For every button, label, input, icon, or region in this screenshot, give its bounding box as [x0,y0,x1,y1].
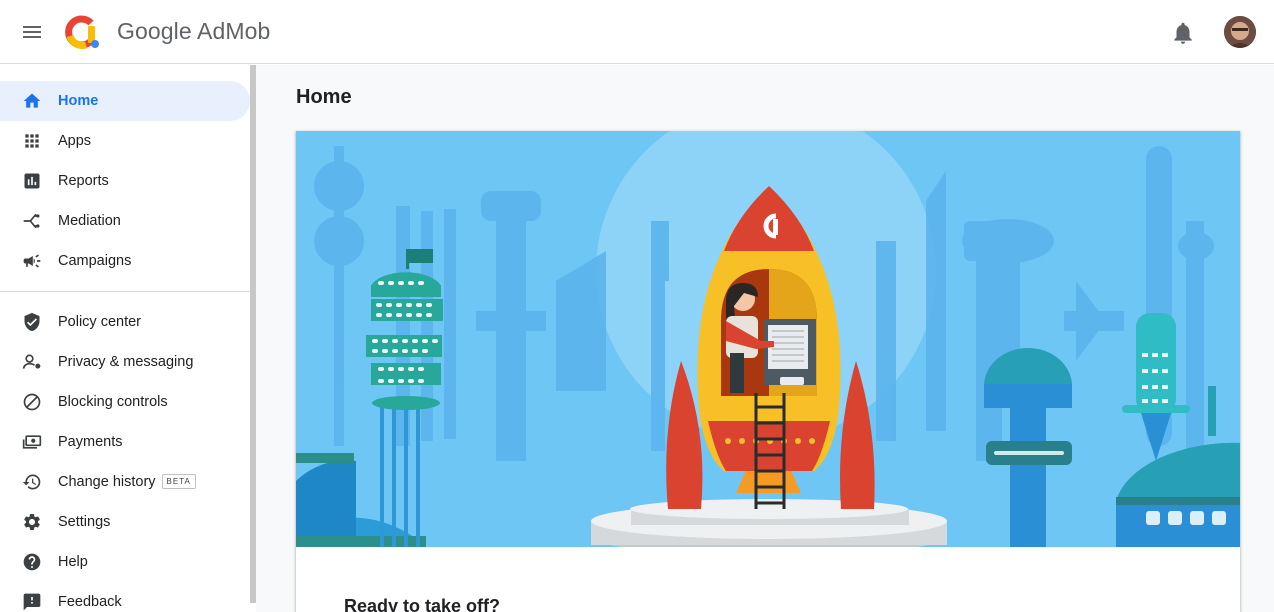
sidebar-item-label: Blocking controls [58,394,168,410]
sidebar-item-payments[interactable]: Payments [0,422,250,462]
person-settings-icon [22,354,41,369]
sidebar-item-change-history[interactable]: Change history BETA [0,462,250,502]
megaphone-icon [23,254,41,268]
change-history-label: Change history [58,474,156,490]
sidebar-item-label: Change history BETA [58,474,196,490]
sidebar-item-apps[interactable]: Apps [0,121,250,161]
sidebar-item-label: Payments [58,434,123,450]
help-icon [23,553,41,571]
sidebar-item-help[interactable]: Help [0,542,250,582]
card-heading: Ready to take off? [344,596,501,612]
sidebar-item-reports[interactable]: Reports [0,161,250,201]
sidebar-item-blocking-controls[interactable]: Blocking controls [0,382,250,422]
apps-grid-icon [25,134,39,148]
bar-chart-icon [24,173,40,189]
feedback-icon [23,593,41,611]
sidebar-item-label: Settings [58,514,111,530]
sidebar-item-label: Reports [58,173,109,189]
sidebar-item-label: Privacy & messaging [58,354,194,370]
sidebar-item-label: Campaigns [58,253,132,269]
sidebar-item-label: Policy center [58,314,142,330]
sidebar-item-label: Home [58,93,99,109]
history-icon [22,474,41,490]
notifications-bell-icon[interactable] [1170,20,1196,46]
sidebar-item-label: Feedback [58,594,122,610]
welcome-card: Ready to take off? [296,131,1240,612]
sidebar-item-campaigns[interactable]: Campaigns [0,241,250,281]
sidebar-item-mediation[interactable]: Mediation [0,201,250,241]
sidebar-item-settings[interactable]: Settings [0,502,250,542]
top-app-bar: Google AdMob [0,0,1274,64]
shield-icon [24,312,40,332]
admob-logo[interactable] [64,14,102,50]
account-avatar[interactable] [1224,16,1256,48]
sidebar-item-privacy-messaging[interactable]: Privacy & messaging [0,342,250,382]
brand-admob: AdMob [197,18,271,44]
sidebar-item-label: Help [58,554,88,570]
brand-google: Google [117,18,192,44]
product-name[interactable]: Google AdMob [117,18,270,45]
sidebar-item-home[interactable]: Home [0,81,250,121]
block-icon [23,393,41,411]
home-icon [23,93,41,108]
sidebar-item-feedback[interactable]: Feedback [0,582,250,612]
hamburger-menu-icon[interactable] [20,20,44,44]
sidebar-item-policy-center[interactable]: Policy center [0,302,250,342]
sidebar-divider [0,291,250,292]
beta-badge: BETA [161,474,196,489]
rocket-launch-illustration [296,131,1240,547]
gear-icon [24,514,40,530]
mediation-icon [23,213,40,229]
page-title: Home [296,86,352,108]
payments-icon [22,435,42,449]
sidebar-item-label: Mediation [58,213,121,229]
sidebar-item-label: Apps [58,133,92,149]
